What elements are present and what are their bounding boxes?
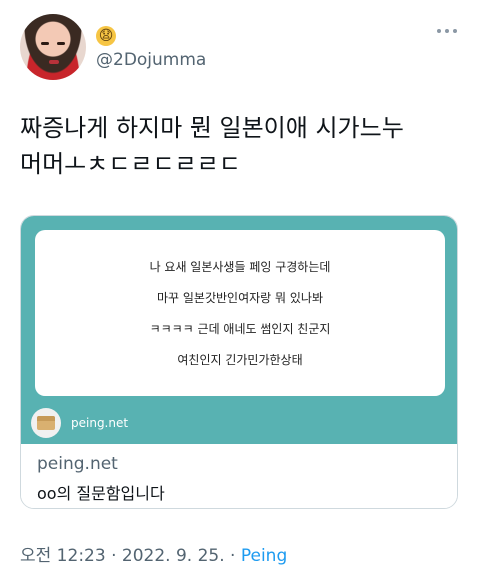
- image-site-name: peing.net: [71, 416, 129, 430]
- avatar-eye: [41, 42, 49, 45]
- card-title: oo의 질문함입니다: [37, 484, 165, 503]
- user-handle[interactable]: @2Dojumma: [96, 50, 206, 70]
- avatar[interactable]: [20, 14, 86, 80]
- card-domain: peing.net: [37, 454, 118, 474]
- question-line: 나 요새 일본사생들 페잉 구경하는데: [149, 260, 331, 274]
- question-paper: 나 요새 일본사생들 페잉 구경하는데 마꾸 일본갓반인여자랑 뭐 있나봐 ㅋㅋ…: [35, 230, 445, 396]
- card-info[interactable]: peing.net oo의 질문함입니다: [21, 444, 457, 508]
- source-link[interactable]: Peing: [241, 546, 287, 566]
- card-image: 나 요새 일본사생들 페잉 구경하는데 마꾸 일본갓반인여자랑 뭐 있나봐 ㅋㅋ…: [21, 216, 457, 444]
- tweet-meta: 오전 12:23 · 2022. 9. 25. · Peing: [20, 541, 287, 566]
- question-line: 마꾸 일본갓반인여자랑 뭐 있나봐: [156, 291, 323, 305]
- question-line: ㅋㅋㅋㅋ 근데 애네도 썸인지 친군지: [149, 322, 331, 336]
- tweet-text: 짜증나게 하지마 뭔 일본이애 시가느누 머머ㅗㅊㄷㄹㄷㄹㄹㄷ: [20, 114, 404, 178]
- avatar-eye: [57, 42, 65, 45]
- box-logo-icon: [31, 408, 61, 438]
- avatar-lips: [49, 60, 59, 64]
- more-options-icon[interactable]: [437, 26, 461, 36]
- question-line: 여친인지 긴가민가한상태: [177, 353, 303, 367]
- tweet-timestamp[interactable]: 오전 12:23 · 2022. 9. 25. ·: [20, 546, 241, 566]
- link-card[interactable]: 나 요새 일본사생들 페잉 구경하는데 마꾸 일본갓반인여자랑 뭐 있나봐 ㅋㅋ…: [20, 215, 458, 509]
- anguished-face-emoji-icon: 😧: [96, 26, 116, 46]
